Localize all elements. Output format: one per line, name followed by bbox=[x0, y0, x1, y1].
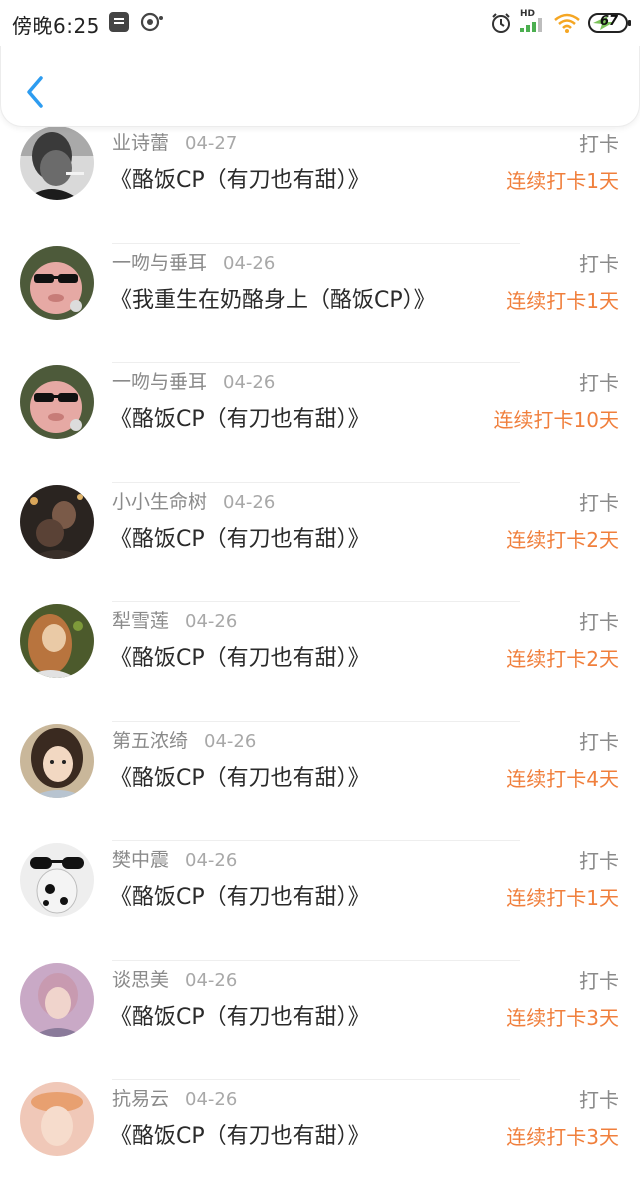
book-title[interactable]: 《酪饭CP（有刀也有甜）》 bbox=[110, 521, 370, 553]
avatar[interactable] bbox=[20, 484, 94, 559]
streak-text: 连续打卡1天 bbox=[506, 288, 619, 313]
wifi-icon bbox=[554, 13, 580, 33]
book-title[interactable]: 《酪饭CP（有刀也有甜）》 bbox=[110, 640, 370, 672]
avatar[interactable] bbox=[20, 365, 94, 439]
mi-notification-icon bbox=[109, 12, 129, 32]
streak-text: 连续打卡2天 bbox=[506, 527, 619, 552]
alarm-clock-icon bbox=[492, 13, 510, 33]
streak-text: 连续打卡4天 bbox=[506, 766, 619, 791]
checkin-date: 04-26 bbox=[223, 372, 276, 393]
list-item[interactable]: 一吻与垂耳 04-26 《酪饭CP（有刀也有甜）》 打卡 连续打卡10天 bbox=[0, 363, 640, 483]
list-item[interactable]: 犁雪莲 04-26 《酪饭CP（有刀也有甜）》 打卡 连续打卡2天 bbox=[0, 602, 640, 722]
user-name: 抗易云 04-26 bbox=[112, 1084, 237, 1111]
list-item[interactable]: 樊中震 04-26 《酪饭CP（有刀也有甜）》 打卡 连续打卡1天 bbox=[0, 841, 640, 961]
user-name-text: 谈思美 bbox=[112, 968, 170, 991]
user-name: 业诗蕾 04-27 bbox=[112, 128, 237, 155]
checkin-label: 打卡 bbox=[579, 1088, 619, 1112]
checkin-label: 打卡 bbox=[579, 251, 619, 276]
user-name-text: 小小生命树 bbox=[112, 490, 208, 513]
user-name-text: 一吻与垂耳 bbox=[112, 371, 208, 393]
streak-text: 连续打卡1天 bbox=[506, 169, 619, 193]
battery-level: 67 bbox=[600, 14, 619, 29]
user-name-text: 一吻与垂耳 bbox=[112, 251, 208, 274]
checkin-date: 04-26 bbox=[185, 850, 238, 871]
avatar[interactable] bbox=[20, 843, 94, 917]
checkin-date: 04-26 bbox=[185, 611, 238, 632]
user-name: 谈思美 04-26 bbox=[112, 965, 237, 992]
status-bar: 傍晚6:25 HD 67 bbox=[0, 0, 640, 46]
avatar[interactable] bbox=[20, 723, 94, 798]
user-name-text: 业诗蕾 bbox=[112, 132, 170, 154]
list-item[interactable]: 谈思美 04-26 《酪饭CP（有刀也有甜）》 打卡 连续打卡3天 bbox=[0, 961, 640, 1080]
book-title[interactable]: 《酪饭CP（有刀也有甜）》 bbox=[110, 401, 370, 433]
checkin-label: 打卡 bbox=[579, 729, 619, 754]
avatar[interactable] bbox=[20, 962, 94, 1037]
avatar[interactable] bbox=[20, 245, 94, 320]
user-name: 小小生命树 04-26 bbox=[112, 487, 275, 514]
user-name: 犁雪莲 04-26 bbox=[112, 606, 237, 633]
list-item[interactable]: 小小生命树 04-26 《酪饭CP（有刀也有甜）》 打卡 连续打卡2天 bbox=[0, 483, 640, 602]
list-item[interactable]: 第五浓绮 04-26 《酪饭CP（有刀也有甜）》 打卡 连续打卡4天 bbox=[0, 722, 640, 841]
user-name: 一吻与垂耳 04-26 bbox=[112, 248, 275, 275]
list-item[interactable]: 业诗蕾 04-27 《酪饭CP（有刀也有甜）》 打卡 连续打卡1天 bbox=[0, 124, 640, 244]
list-item[interactable]: 抗易云 04-26 《酪饭CP（有刀也有甜）》 打卡 连续打卡3天 bbox=[0, 1080, 640, 1200]
cellular-signal-icon bbox=[520, 18, 542, 32]
checkin-date: 04-27 bbox=[185, 133, 238, 154]
checkin-label: 打卡 bbox=[579, 490, 619, 515]
checkin-date: 04-26 bbox=[185, 1089, 238, 1110]
checkin-date: 04-26 bbox=[223, 252, 276, 274]
checkin-label: 打卡 bbox=[579, 132, 619, 156]
streak-text: 连续打卡3天 bbox=[506, 1005, 619, 1030]
checkin-list: 业诗蕾 04-27 《酪饭CP（有刀也有甜）》 打卡 连续打卡1天 一吻与垂耳 04… bbox=[0, 0, 640, 1156]
checkin-label: 打卡 bbox=[579, 968, 619, 993]
checkin-label: 打卡 bbox=[579, 371, 619, 395]
avatar[interactable] bbox=[20, 604, 94, 678]
user-name-text: 抗易云 bbox=[112, 1088, 170, 1110]
status-time: 傍晚6:25 bbox=[12, 14, 100, 38]
list-item[interactable]: 一吻与垂耳 04-26 《我重生在奶酪身上（酪饭CP）》 打卡 连续打卡1天 bbox=[0, 244, 640, 363]
avatar[interactable] bbox=[20, 126, 94, 200]
user-name-text: 犁雪莲 bbox=[112, 610, 170, 632]
chevron-left-icon bbox=[27, 76, 43, 108]
book-title[interactable]: 《酪饭CP（有刀也有甜）》 bbox=[110, 1118, 370, 1150]
streak-text: 连续打卡10天 bbox=[493, 408, 619, 432]
checkin-label: 打卡 bbox=[579, 610, 619, 634]
checkin-date: 04-26 bbox=[185, 969, 238, 991]
streak-text: 连续打卡3天 bbox=[506, 1125, 619, 1149]
book-title[interactable]: 《酪饭CP（有刀也有甜）》 bbox=[110, 879, 370, 911]
book-title[interactable]: 《酪饭CP（有刀也有甜）》 bbox=[110, 760, 370, 792]
checkin-label: 打卡 bbox=[579, 849, 619, 873]
user-name: 一吻与垂耳 04-26 bbox=[112, 367, 275, 394]
book-title[interactable]: 《酪饭CP（有刀也有甜）》 bbox=[110, 999, 370, 1031]
avatar[interactable] bbox=[20, 1082, 94, 1156]
streak-text: 连续打卡1天 bbox=[506, 886, 619, 910]
checkin-date: 04-26 bbox=[223, 491, 276, 513]
streak-text: 连续打卡2天 bbox=[506, 647, 619, 671]
user-name-text: 第五浓绮 bbox=[112, 729, 189, 752]
checkin-date: 04-26 bbox=[204, 730, 257, 752]
user-name: 樊中震 04-26 bbox=[112, 845, 237, 872]
top-app-bar bbox=[0, 46, 640, 127]
user-name-text: 樊中震 bbox=[112, 849, 170, 871]
book-title[interactable]: 《酪饭CP（有刀也有甜）》 bbox=[110, 162, 370, 194]
user-name: 第五浓绮 04-26 bbox=[112, 726, 256, 753]
book-title[interactable]: 《我重生在奶酪身上（酪饭CP）》 bbox=[110, 282, 436, 314]
back-button[interactable] bbox=[15, 66, 55, 116]
camera-notification-icon bbox=[140, 12, 163, 32]
